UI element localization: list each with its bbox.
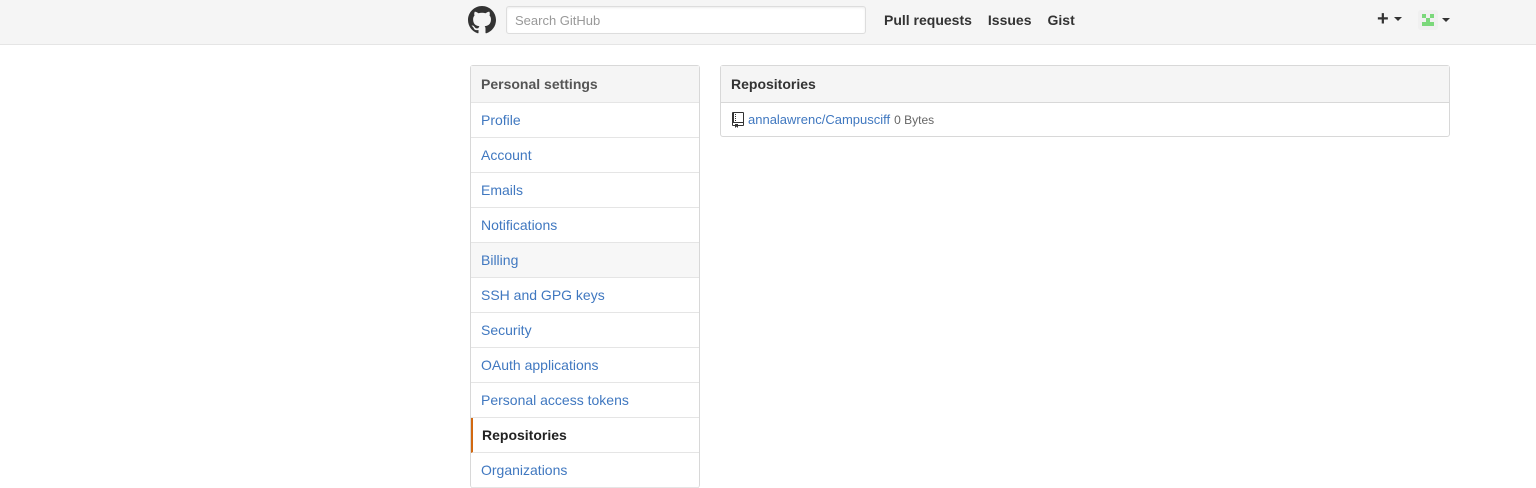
sidebar-item-profile[interactable]: Profile — [471, 103, 699, 138]
repo-icon — [732, 111, 744, 128]
caret-down-icon — [1394, 17, 1402, 21]
plus-icon: + — [1377, 8, 1389, 30]
sidebar-item-repositories[interactable]: Repositories — [471, 418, 699, 453]
sidebar-item-emails[interactable]: Emails — [471, 173, 699, 208]
sidebar-item-ssh-gpg-keys[interactable]: SSH and GPG keys — [471, 278, 699, 313]
repo-size: 0 Bytes — [894, 112, 935, 127]
sidebar-item-billing[interactable]: Billing — [471, 243, 699, 278]
github-logo-icon[interactable] — [468, 6, 496, 34]
nav-issues[interactable]: Issues — [988, 12, 1032, 28]
search-input[interactable] — [506, 6, 866, 34]
sidebar-item-account[interactable]: Account — [471, 138, 699, 173]
top-header: Pull requests Issues Gist + — [0, 0, 1536, 45]
repo-link[interactable]: annalawrenc/Campusciff — [748, 112, 890, 127]
nav-pull-requests[interactable]: Pull requests — [884, 12, 972, 28]
page-title: Repositories — [721, 66, 1449, 103]
sidebar-heading: Personal settings — [471, 66, 699, 103]
create-new-menu[interactable]: + — [1377, 9, 1403, 31]
list-item: annalawrenc/Campusciff 0 Bytes — [721, 103, 1449, 136]
repositories-panel: Repositories annalawrenc/Campusciff 0 By… — [720, 65, 1450, 137]
header-nav: Pull requests Issues Gist — [884, 12, 1091, 28]
sidebar-item-oauth-applications[interactable]: OAuth applications — [471, 348, 699, 383]
avatar — [1418, 10, 1438, 30]
sidebar-item-security[interactable]: Security — [471, 313, 699, 348]
nav-gist[interactable]: Gist — [1048, 12, 1075, 28]
sidebar-item-notifications[interactable]: Notifications — [471, 208, 699, 243]
caret-down-icon — [1442, 18, 1450, 22]
settings-sidebar: Personal settings Profile Account Emails… — [470, 65, 700, 488]
user-menu[interactable] — [1418, 10, 1452, 32]
sidebar-item-personal-access-tokens[interactable]: Personal access tokens — [471, 383, 699, 418]
